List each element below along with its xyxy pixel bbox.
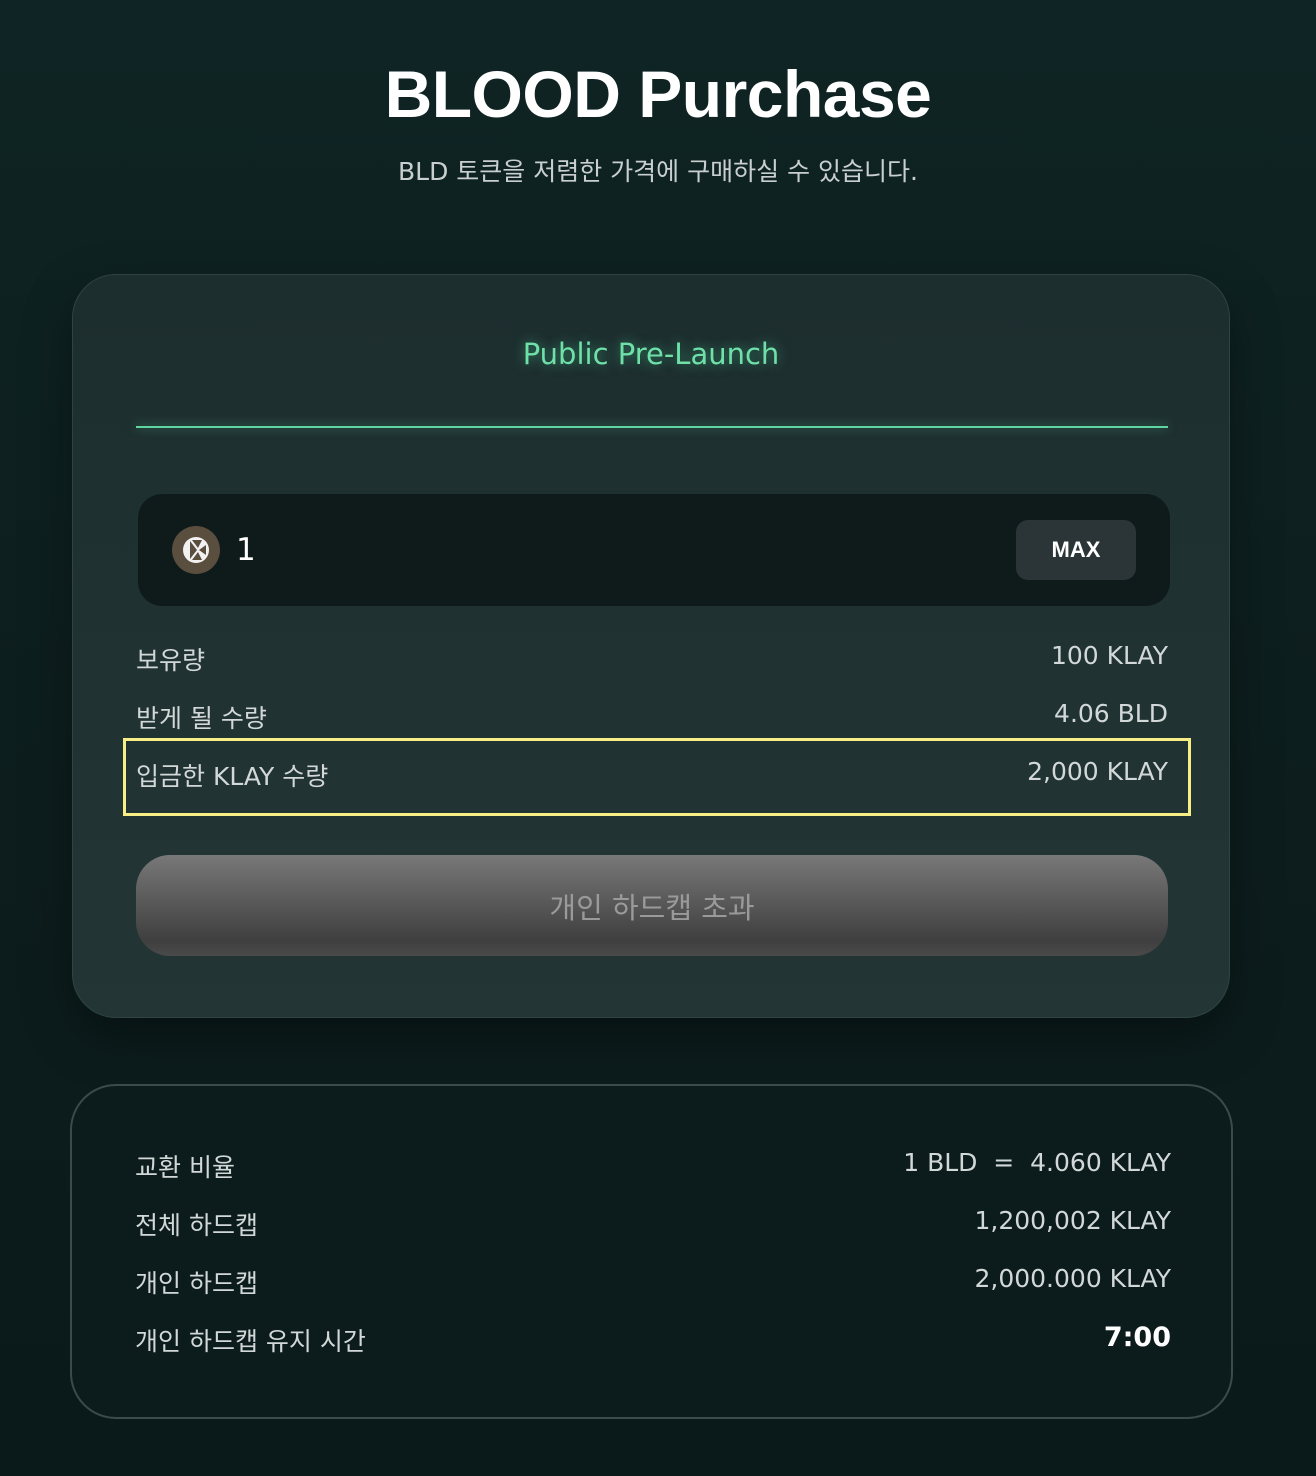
klay-token-icon xyxy=(172,526,220,574)
receive-amount-row: 받게 될 수량 4.06 BLD xyxy=(136,699,1168,739)
purchase-card: Public Pre-Launch MAX 보유량 100 KLAY 받게 될 … xyxy=(72,274,1230,1018)
deposited-amount-row: 입금한 KLAY 수량 2,000 KLAY xyxy=(136,757,1168,797)
deposited-amount-label: 입금한 KLAY 수량 xyxy=(136,762,329,791)
balance-label: 보유량 xyxy=(136,646,206,675)
page-subtitle: BLD 토큰을 저렴한 가격에 구매하실 수 있습니다. xyxy=(398,157,918,186)
tab-active-underline xyxy=(136,426,1168,428)
personal-hardcap-value: 2,000.000 KLAY xyxy=(974,1264,1171,1293)
page-title: BLOOD Purchase xyxy=(384,57,932,131)
purchase-button[interactable]: 개인 하드캡 초과 xyxy=(136,855,1168,956)
exchange-rate-label: 교환 비율 xyxy=(135,1153,235,1182)
personal-hardcap-label: 개인 하드캡 xyxy=(135,1269,258,1298)
amount-input-box: MAX xyxy=(138,494,1170,606)
total-hardcap-label: 전체 하드캡 xyxy=(135,1211,258,1240)
personal-hardcap-row: 개인 하드캡 2,000.000 KLAY xyxy=(135,1264,1171,1304)
receive-amount-label: 받게 될 수량 xyxy=(136,704,267,733)
exchange-rate-value: 1 BLD = 4.060 KLAY xyxy=(903,1148,1171,1177)
total-hardcap-value: 1,200,002 KLAY xyxy=(974,1206,1171,1235)
exchange-rate-row: 교환 비율 1 BLD = 4.060 KLAY xyxy=(135,1148,1171,1188)
balance-value: 100 KLAY xyxy=(1051,641,1168,670)
sale-info-card: 교환 비율 1 BLD = 4.060 KLAY 전체 하드캡 1,200,00… xyxy=(70,1084,1233,1419)
balance-row: 보유량 100 KLAY xyxy=(136,641,1168,681)
hardcap-duration-row: 개인 하드캡 유지 시간 7:00 xyxy=(135,1322,1171,1362)
receive-amount-value: 4.06 BLD xyxy=(1054,699,1168,728)
total-hardcap-row: 전체 하드캡 1,200,002 KLAY xyxy=(135,1206,1171,1246)
tab-public-pre-launch[interactable]: Public Pre-Launch xyxy=(73,337,1229,371)
deposited-amount-value: 2,000 KLAY xyxy=(1027,757,1168,786)
hardcap-duration-label: 개인 하드캡 유지 시간 xyxy=(135,1327,366,1356)
amount-input[interactable] xyxy=(236,524,996,576)
max-button[interactable]: MAX xyxy=(1016,520,1136,580)
hardcap-duration-value: 7:00 xyxy=(1103,1322,1171,1353)
